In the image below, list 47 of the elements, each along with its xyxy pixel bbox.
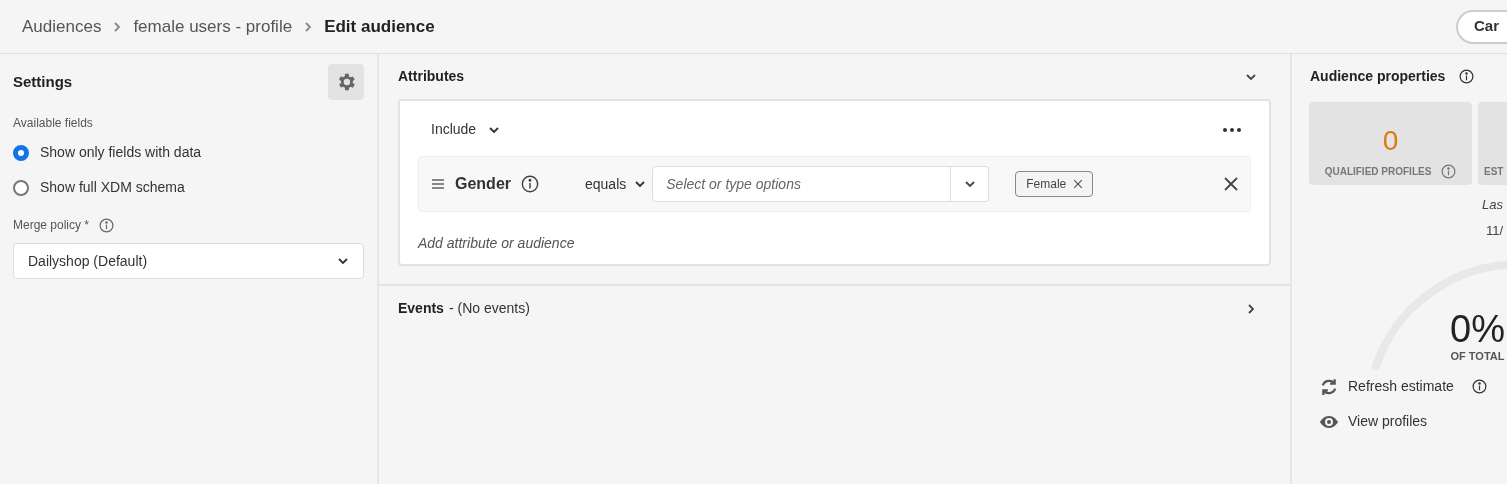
cancel-button[interactable]: Car [1456,9,1507,44]
eye-icon [1320,415,1338,428]
last-updated-label: Las [1482,196,1504,214]
chevron-down-icon [963,178,976,190]
breadcrumb-item[interactable]: female users - profile [133,13,293,40]
refresh-icon [1320,377,1338,396]
include-dropdown[interactable]: Include [431,119,501,140]
section-note: - (No events) [448,299,530,318]
close-icon[interactable] [1224,177,1238,191]
panel-title: Settings [13,71,73,92]
action-link[interactable]: Refresh estimate [1348,376,1454,397]
field-label: Available fields [13,115,94,132]
value-field[interactable]: Select or type options [652,166,952,202]
value-tag: Female [1015,171,1094,197]
close-icon[interactable] [1074,180,1083,188]
percent-value: 0% [1450,310,1505,348]
info-icon [1459,69,1475,84]
percent-label: OF TOTAL [1450,349,1505,364]
attribute-name: Gender [455,174,511,194]
drag-handle-icon[interactable] [432,179,444,189]
settings-button[interactable] [328,64,364,100]
chevron-down-icon [634,178,647,190]
panel-title: Audience properties [1310,67,1446,86]
breadcrumb-item[interactable]: Audiences [22,13,102,40]
info-icon [1441,164,1457,179]
field-label: Merge policy * [13,217,90,234]
radio-label: Show full XDM schema [40,178,185,197]
stat-value: 0 [1382,124,1399,158]
action-link[interactable]: View profiles [1348,411,1428,432]
stat-label: QUALIFIED PROFILES [1324,165,1432,179]
breadcrumb-item: Edit audience [324,15,435,38]
info-icon [1471,379,1487,394]
chevron-right-icon [1245,302,1257,315]
info-icon [99,217,115,233]
radio-label: Show only fields with data [40,143,202,162]
stat-label: EST [1484,165,1504,179]
section-title: Events [398,299,444,318]
radio-button[interactable] [13,144,29,161]
operator-dropdown[interactable]: equals [585,173,647,195]
radio-button[interactable] [13,179,29,196]
info-icon [521,175,539,193]
add-attribute-link[interactable]: Add attribute or audience [418,233,1251,254]
more-icon[interactable] [1223,127,1241,132]
last-updated-value: 11/ [1485,221,1505,240]
merge-policy-dropdown[interactable]: Dailyshop (Default) [13,243,364,279]
chevron-down-icon [337,255,349,267]
section-title: Attributes [398,67,465,86]
